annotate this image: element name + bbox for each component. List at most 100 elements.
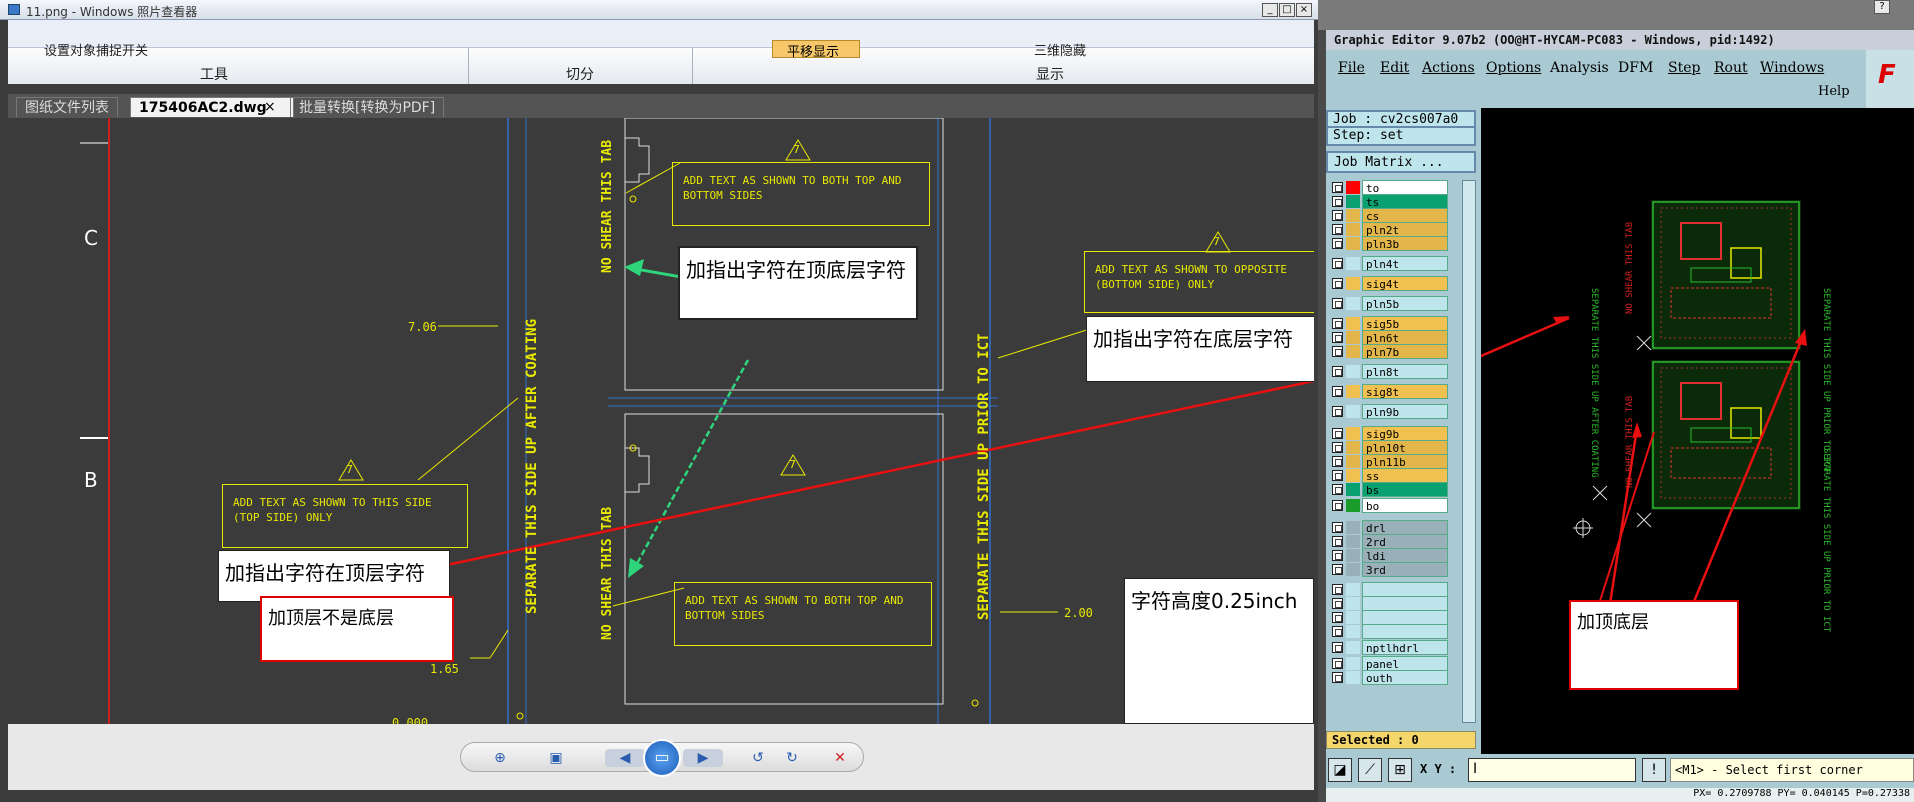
layer-row[interactable]: ss — [1330, 468, 1448, 483]
layer-checkbox[interactable] — [1332, 366, 1343, 377]
layer-checkbox[interactable] — [1332, 258, 1343, 269]
layer-checkbox[interactable] — [1332, 564, 1343, 575]
layer-row[interactable]: 2rd — [1330, 534, 1448, 549]
layer-row[interactable] — [1330, 624, 1448, 639]
tab-batch-convert[interactable]: 批量转换[转换为PDF] — [290, 97, 445, 117]
help-icon[interactable]: ? — [1874, 0, 1890, 14]
menu-analysis[interactable]: Analysis — [1550, 60, 1609, 76]
slideshow-icon[interactable]: ▭ — [643, 739, 681, 777]
layer-checkbox[interactable] — [1332, 238, 1343, 249]
layer-checkbox[interactable] — [1332, 522, 1343, 533]
layer-row[interactable]: pln7b — [1330, 344, 1448, 359]
next-icon[interactable]: ▶ — [683, 749, 723, 767]
layer-row[interactable]: pln10t — [1330, 440, 1448, 455]
minimize-icon[interactable]: _ — [1262, 3, 1278, 17]
layer-checkbox[interactable] — [1332, 500, 1343, 511]
layer-checkbox[interactable] — [1332, 386, 1343, 397]
layer-row[interactable]: sig9b — [1330, 426, 1448, 441]
layer-row[interactable]: pln5b — [1330, 296, 1448, 311]
layer-checkbox[interactable] — [1332, 210, 1343, 221]
menu-help[interactable]: Help — [1818, 84, 1850, 99]
layer-checkbox[interactable] — [1332, 626, 1343, 637]
layer-checkbox[interactable] — [1332, 346, 1343, 357]
info-icon[interactable]: ! — [1642, 758, 1666, 782]
layer-checkbox[interactable] — [1332, 406, 1343, 417]
layer-checkbox[interactable] — [1332, 598, 1343, 609]
layer-checkbox[interactable] — [1332, 672, 1343, 683]
layer-row[interactable]: sig4t — [1330, 276, 1448, 291]
layer-row[interactable]: to — [1330, 180, 1448, 195]
layer-row[interactable]: nptlhdrl — [1330, 640, 1448, 655]
layer-row[interactable] — [1330, 582, 1448, 597]
delete-icon[interactable]: ✕ — [829, 749, 851, 767]
rotate-right-icon[interactable]: ↻ — [781, 749, 803, 767]
layer-checkbox[interactable] — [1332, 456, 1343, 467]
layer-scrollbar[interactable] — [1462, 180, 1476, 723]
layer-checkbox[interactable] — [1332, 584, 1343, 595]
menu-windows[interactable]: Windows — [1760, 60, 1824, 76]
rotate-left-icon[interactable]: ↺ — [747, 749, 769, 767]
layer-checkbox[interactable] — [1332, 442, 1343, 453]
menu-actions[interactable]: Actions — [1422, 60, 1475, 76]
menu-step[interactable]: Step — [1668, 60, 1700, 76]
layer-row[interactable] — [1330, 596, 1448, 611]
layer-checkbox[interactable] — [1332, 332, 1343, 343]
layer-row[interactable]: pln11b — [1330, 454, 1448, 469]
tab-file-list[interactable]: 图纸文件列表 — [16, 97, 118, 117]
layer-row[interactable]: pln4t — [1330, 256, 1448, 271]
layer-checkbox[interactable] — [1332, 612, 1343, 623]
layer-row[interactable]: cs — [1330, 208, 1448, 223]
layer-checkbox[interactable] — [1332, 196, 1343, 207]
tab-close-icon[interactable]: × — [264, 99, 276, 115]
layer-row[interactable]: drl — [1330, 520, 1448, 535]
layer-row[interactable]: sig5b — [1330, 316, 1448, 331]
pan-display-button[interactable]: 平移显示 — [772, 40, 860, 60]
layer-checkbox[interactable] — [1332, 298, 1343, 309]
layer-row[interactable]: panel — [1330, 656, 1448, 671]
menu-options[interactable]: Options — [1486, 60, 1541, 76]
layer-row[interactable]: pln3b — [1330, 236, 1448, 251]
layer-checkbox[interactable] — [1332, 428, 1343, 439]
menu-file[interactable]: File — [1338, 60, 1365, 76]
layer-row[interactable]: pln8t — [1330, 364, 1448, 379]
layer-row[interactable]: bs — [1330, 482, 1448, 497]
layer-row[interactable]: bo — [1330, 498, 1448, 513]
menu-dfm[interactable]: DFM — [1618, 60, 1653, 76]
fit-icon[interactable]: ▣ — [545, 749, 567, 767]
menu-rout[interactable]: Rout — [1714, 60, 1748, 76]
xy-input[interactable]: I — [1468, 758, 1636, 782]
measure-icon[interactable]: ⟋ — [1358, 758, 1382, 782]
layer-checkbox[interactable] — [1332, 642, 1343, 653]
zoom-icon[interactable]: ⊕ — [489, 749, 511, 767]
layer-checkbox[interactable] — [1332, 550, 1343, 561]
layer-checkbox[interactable] — [1332, 484, 1343, 495]
layer-row[interactable]: outh — [1330, 670, 1448, 685]
job-matrix-button[interactable]: Job Matrix ... — [1326, 151, 1476, 173]
close-icon[interactable]: × — [1296, 3, 1312, 17]
layer-checkbox[interactable] — [1332, 536, 1343, 547]
layer-row[interactable]: pln6t — [1330, 330, 1448, 345]
layer-row[interactable]: 3rd — [1330, 562, 1448, 577]
cad-drawing-canvas[interactable]: C B NO SHEAR THIS TAB NO SHEAR THIS TAB … — [8, 118, 1314, 724]
layer-checkbox[interactable] — [1332, 658, 1343, 669]
menu-edit[interactable]: Edit — [1380, 60, 1409, 76]
layer-checkbox[interactable] — [1332, 278, 1343, 289]
layer-row[interactable] — [1330, 610, 1448, 625]
zoom-box-icon[interactable]: ◪ — [1328, 758, 1352, 782]
3d-hide-button[interactable]: 三维隐藏 — [1034, 40, 1086, 59]
layer-row[interactable]: sig8t — [1330, 384, 1448, 399]
grid-icon[interactable]: ⊞ — [1388, 758, 1412, 782]
layer-name: ss — [1362, 468, 1448, 483]
prev-icon[interactable]: ◀ — [605, 749, 645, 767]
layer-row[interactable]: ts — [1330, 194, 1448, 209]
layer-checkbox[interactable] — [1332, 224, 1343, 235]
snap-toggle-button[interactable]: 设置对象捕捉开关 — [44, 40, 148, 59]
layer-checkbox[interactable] — [1332, 470, 1343, 481]
layer-row[interactable]: pln9b — [1330, 404, 1448, 419]
maximize-icon[interactable]: □ — [1279, 3, 1295, 17]
layer-row[interactable]: pln2t — [1330, 222, 1448, 237]
layer-row[interactable]: ldi — [1330, 548, 1448, 563]
layer-checkbox[interactable] — [1332, 318, 1343, 329]
pcb-graphic-view[interactable]: NO SHEAR THIS TAB NO SHEAR THIS TAB SEPA… — [1481, 108, 1914, 754]
layer-checkbox[interactable] — [1332, 182, 1343, 193]
